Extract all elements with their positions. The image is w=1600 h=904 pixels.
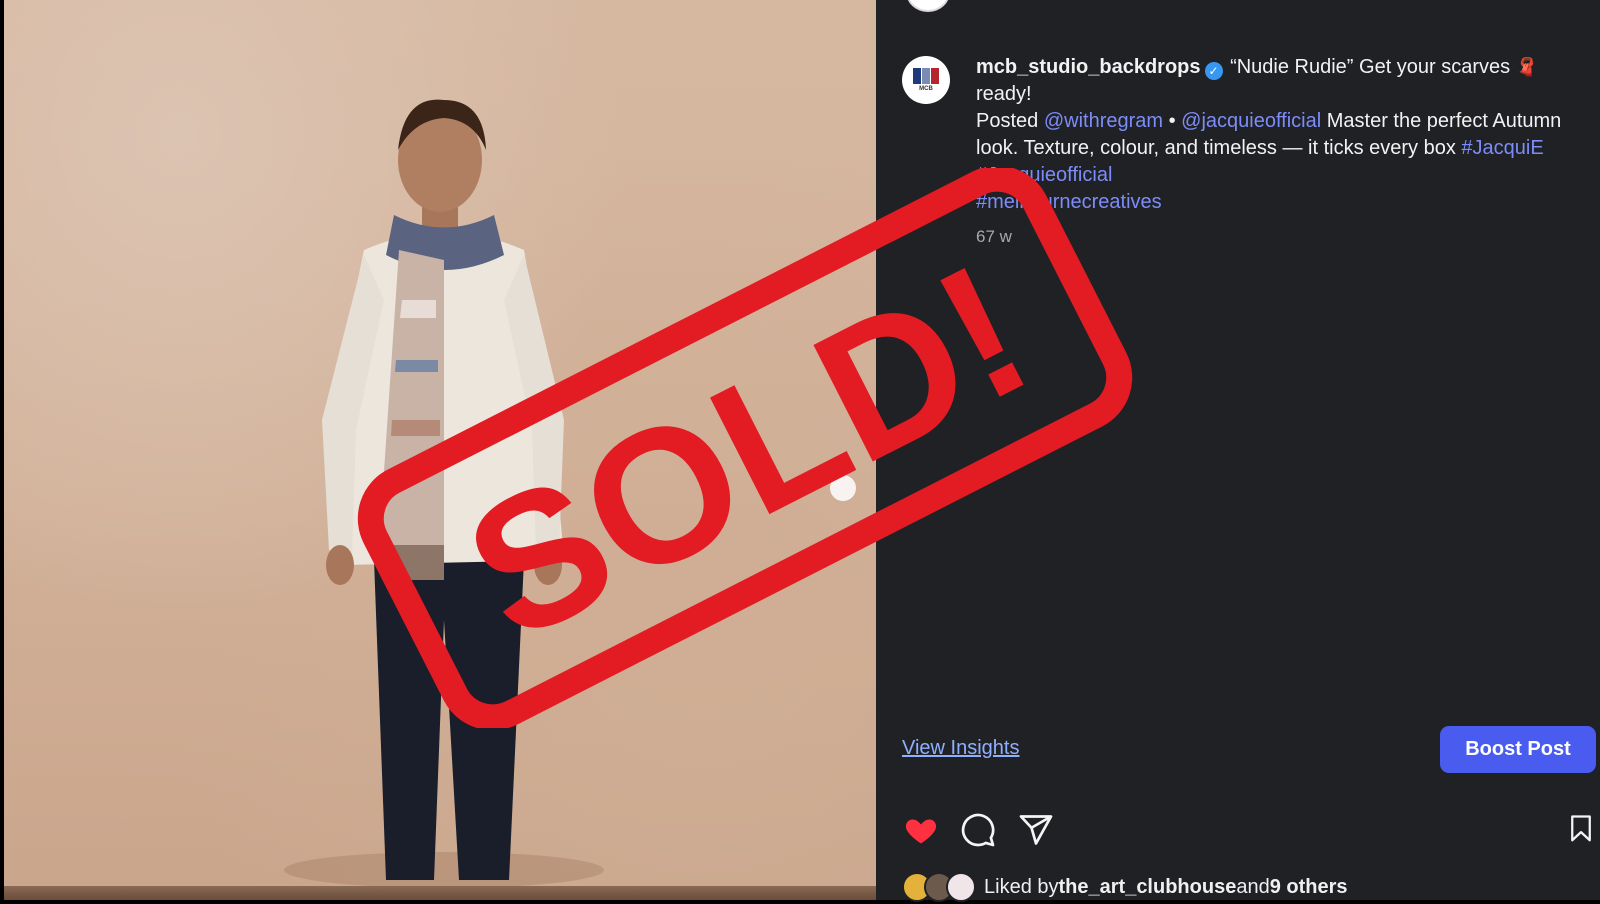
post-details-panel: MCB mcb_studio_backdrops ✓ “Nudie Rudie” … — [876, 0, 1600, 902]
carousel-dot[interactable] — [830, 475, 856, 501]
liked-by-row: Liked by the_art_clubhouse and 9 others — [902, 870, 1348, 904]
liked-by-prefix: Liked by — [984, 875, 1059, 898]
bookmark-icon[interactable] — [1566, 812, 1596, 846]
post-caption: mcb_studio_backdrops ✓ “Nudie Rudie” Get … — [976, 54, 1576, 216]
caption-tail: ready! — [976, 83, 1032, 105]
scarf-emoji-icon: 🧣 — [1515, 57, 1539, 77]
floor — [4, 886, 876, 900]
boost-post-button[interactable]: Boost Post — [1440, 726, 1596, 773]
liker-avatars[interactable] — [902, 872, 978, 902]
heart-icon[interactable] — [902, 812, 940, 848]
share-icon[interactable] — [1018, 812, 1054, 848]
liker-avatar — [946, 872, 976, 902]
avatar[interactable]: MCB — [902, 56, 950, 104]
model-illustration — [284, 99, 604, 888]
post-photo[interactable] — [4, 0, 876, 900]
caption-body-2: box — [1423, 137, 1462, 159]
verified-badge-icon: ✓ — [1204, 62, 1223, 80]
mention-jacquieofficial[interactable]: @jacquieofficial — [1181, 110, 1321, 132]
hashtag-jacquieofficial[interactable]: #Jacquieofficial — [976, 164, 1112, 186]
posted-word: Posted — [976, 110, 1044, 132]
hashtag-jacquie[interactable]: #JacquiE — [1461, 137, 1543, 159]
avatar-logo — [913, 68, 939, 84]
liked-by-others[interactable]: 9 others — [1270, 876, 1348, 899]
liked-by-middle: and — [1236, 875, 1270, 898]
avatar-monogram: MCB — [919, 86, 933, 92]
view-insights-link[interactable]: View Insights — [902, 737, 1019, 760]
mention-withregram[interactable]: @withregram — [1044, 110, 1163, 132]
header-avatar[interactable] — [906, 0, 950, 12]
hashtag-melbournecreatives[interactable]: #melbournecreatives — [976, 191, 1162, 213]
post-timestamp[interactable]: 67 w — [976, 227, 1012, 247]
liked-by-user[interactable]: the_art_clubhouse — [1059, 876, 1237, 899]
separator: • — [1163, 110, 1182, 132]
username[interactable]: mcb_studio_backdrops — [976, 56, 1201, 78]
caption-lead: “Nudie Rudie” Get your scarves — [1224, 56, 1516, 78]
comment-icon[interactable] — [960, 812, 996, 848]
